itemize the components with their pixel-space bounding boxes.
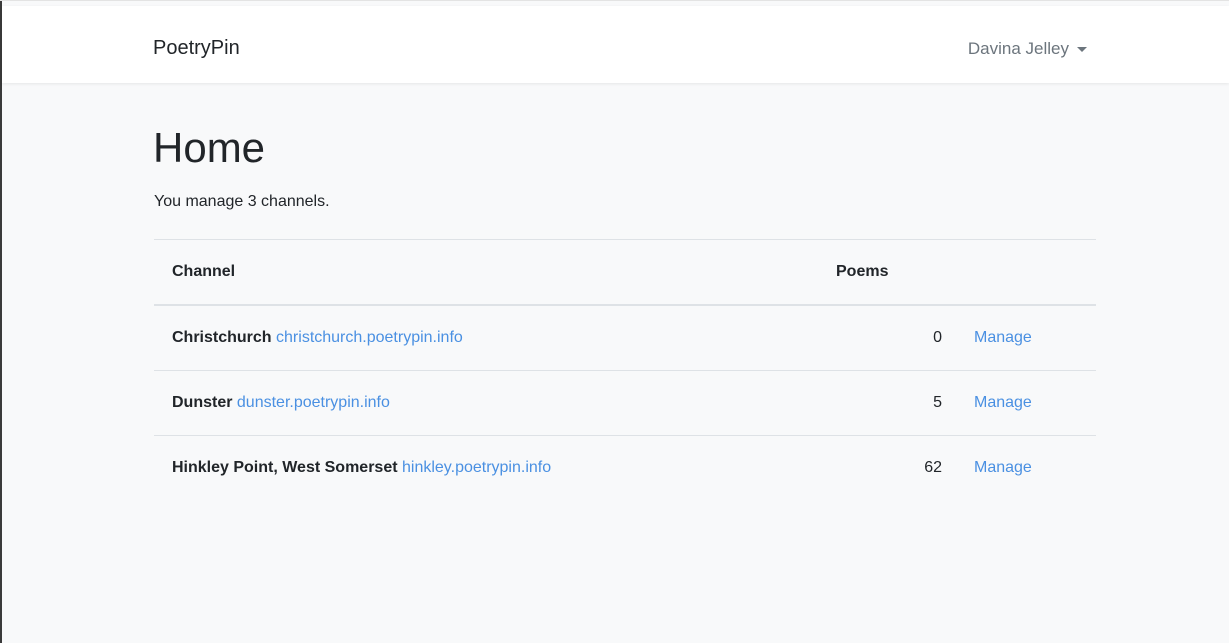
user-menu-dropdown[interactable]: Davina Jelley bbox=[968, 38, 1087, 60]
poem-count: 62 bbox=[800, 435, 956, 500]
table-row: Christchurch christchurch.poetrypin.info… bbox=[154, 304, 1096, 371]
table-row: Dunster dunster.poetrypin.info 5 Manage bbox=[154, 370, 1096, 436]
window-left-edge bbox=[0, 0, 2, 643]
channel-name: Christchurch bbox=[172, 329, 272, 346]
channel-cell: Christchurch christchurch.poetrypin.info bbox=[154, 304, 800, 371]
channel-domain-link[interactable]: hinkley.poetrypin.info bbox=[402, 459, 551, 476]
action-cell: Manage bbox=[956, 370, 1096, 436]
channel-domain-link[interactable]: christchurch.poetrypin.info bbox=[276, 329, 463, 346]
header-channel: Channel bbox=[154, 239, 800, 306]
top-navbar: PoetryPin Davina Jelley bbox=[2, 6, 1229, 83]
manage-link[interactable]: Manage bbox=[974, 459, 1032, 476]
caret-down-icon bbox=[1077, 47, 1087, 52]
channel-name: Dunster bbox=[172, 394, 233, 411]
channel-cell: Dunster dunster.poetrypin.info bbox=[154, 370, 800, 436]
poem-count: 0 bbox=[800, 304, 956, 371]
user-name: Davina Jelley bbox=[967, 39, 1069, 58]
header-poems: Poems bbox=[800, 239, 956, 306]
brand-link[interactable]: PoetryPin bbox=[153, 36, 240, 60]
table-row: Hinkley Point, West Somerset hinkley.poe… bbox=[154, 435, 1096, 500]
channel-name: Hinkley Point, West Somerset bbox=[172, 459, 398, 476]
channels-table: Channel Poems Christchurch christchurch.… bbox=[154, 239, 1096, 500]
manage-link[interactable]: Manage bbox=[974, 394, 1032, 411]
poem-count: 5 bbox=[800, 370, 956, 436]
header-action bbox=[956, 239, 1096, 306]
table-header-row: Channel Poems bbox=[154, 239, 1096, 306]
window-top-edge bbox=[0, 0, 1229, 1]
channel-domain-link[interactable]: dunster.poetrypin.info bbox=[237, 394, 390, 411]
manage-link[interactable]: Manage bbox=[974, 329, 1032, 346]
action-cell: Manage bbox=[956, 304, 1096, 371]
action-cell: Manage bbox=[956, 435, 1096, 500]
page-title: Home bbox=[153, 124, 266, 171]
channel-cell: Hinkley Point, West Somerset hinkley.poe… bbox=[154, 435, 800, 500]
channel-summary: You manage 3 channels. bbox=[154, 193, 330, 210]
